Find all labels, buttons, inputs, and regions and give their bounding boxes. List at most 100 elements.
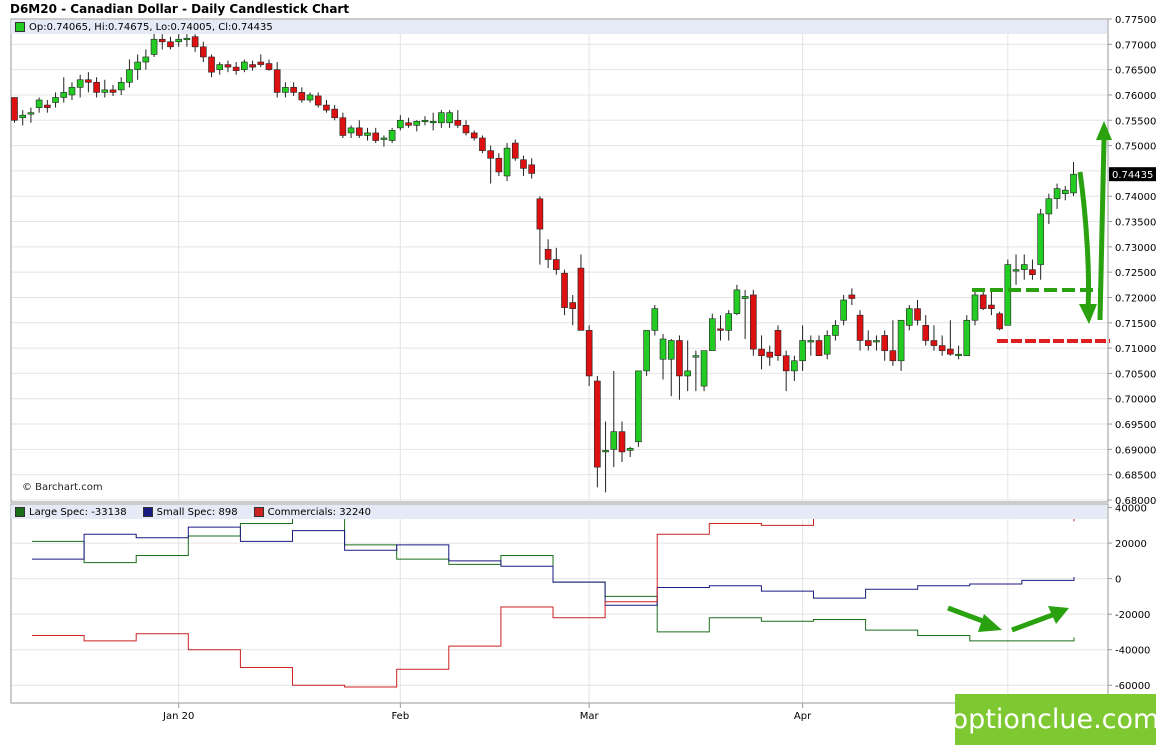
candle-body <box>142 56 150 63</box>
candle-body <box>914 308 921 321</box>
legend-large-spec-value: -33138 <box>91 506 127 518</box>
candle-body <box>635 370 642 443</box>
candle <box>906 305 913 331</box>
candle <box>388 127 396 144</box>
candle <box>134 54 141 80</box>
month-label: Mar <box>580 711 600 722</box>
candle <box>635 370 642 447</box>
candle-body <box>1045 198 1053 215</box>
candle <box>249 60 256 71</box>
candle <box>733 284 741 316</box>
candle-body <box>610 431 618 450</box>
candle-body <box>626 448 634 451</box>
chart-canvas: 0.77500 0.77000 0.76500 0.76000 0.75500 0.750… <box>10 15 1156 722</box>
candle <box>602 421 609 493</box>
candle <box>758 335 765 370</box>
month-label: Apr <box>794 711 812 722</box>
barchart-credit: © Barchart.com <box>22 482 103 493</box>
candle <box>470 130 478 141</box>
candle <box>446 110 453 128</box>
candle <box>626 446 634 457</box>
candle-body <box>52 97 59 103</box>
candle <box>479 135 486 154</box>
candle <box>241 59 248 73</box>
candle <box>421 116 429 126</box>
candle-body <box>700 350 708 387</box>
legend-small-spec: Small Spec: 898 <box>139 507 238 518</box>
candle <box>60 77 68 103</box>
candle-body <box>306 94 314 101</box>
candle-body <box>355 127 363 136</box>
candle-body <box>971 294 979 321</box>
candle <box>676 335 683 400</box>
price-tick-label: 0.76000 <box>1115 91 1156 102</box>
candle-body <box>35 99 43 108</box>
candle-body <box>922 325 930 341</box>
price-tick-label: 0.69000 <box>1115 445 1156 456</box>
candle <box>544 239 552 269</box>
candle-body <box>815 340 823 357</box>
candle-body <box>421 119 429 123</box>
candle <box>840 294 847 326</box>
candle <box>610 370 618 468</box>
candle <box>1004 259 1012 326</box>
candle <box>988 289 995 316</box>
candle-body <box>487 150 494 159</box>
candle-body <box>717 328 724 331</box>
candle <box>881 330 888 361</box>
candle-body <box>1020 264 1028 270</box>
candle-body <box>183 37 191 41</box>
candle <box>273 62 281 98</box>
candle-body <box>60 92 68 98</box>
candle-body <box>511 142 519 159</box>
legend-small-spec-swatch <box>142 507 153 517</box>
candle <box>495 153 503 176</box>
candle-body <box>446 112 453 124</box>
price-tick-label: 0.75000 <box>1115 142 1156 153</box>
candle <box>339 112 347 138</box>
candle-body <box>298 92 306 101</box>
month-label: Jan 20 <box>162 711 194 722</box>
candle-body <box>823 335 831 355</box>
candle-body <box>996 313 1003 330</box>
candle <box>938 335 946 356</box>
price-tick-label: 0.76500 <box>1115 66 1156 77</box>
candle <box>1070 162 1077 196</box>
price-tick-label: 0.77500 <box>1115 15 1156 26</box>
candle-body <box>282 87 289 93</box>
candle <box>76 74 84 98</box>
candle <box>331 105 338 121</box>
candle <box>823 330 831 360</box>
candle <box>1020 254 1028 280</box>
cot-arrow-up-shaft <box>1011 611 1056 633</box>
candle-body <box>19 114 27 119</box>
candle-body <box>158 38 166 43</box>
candle-body <box>766 351 774 358</box>
candle-body <box>791 360 798 372</box>
price-tick-label: 0.72000 <box>1115 293 1156 304</box>
candle-body <box>864 340 872 346</box>
candle-body <box>380 137 388 140</box>
cot-tick-label: -40000 <box>1115 646 1150 657</box>
candle <box>643 330 650 376</box>
candle <box>717 315 724 341</box>
ohlc-color-swatch <box>15 22 25 32</box>
cot-tick-label: 20000 <box>1115 539 1147 550</box>
candle <box>618 421 626 463</box>
price-tick-label: 0.77000 <box>1115 40 1156 51</box>
candle-body <box>109 89 117 93</box>
candle-body <box>429 120 437 124</box>
candle <box>1037 208 1044 280</box>
candle-body <box>323 104 330 111</box>
candle-body <box>585 330 593 377</box>
candle-body <box>881 335 888 351</box>
candle <box>651 305 659 336</box>
candle <box>175 34 182 47</box>
candle <box>897 319 905 371</box>
candle-body <box>224 64 232 68</box>
price-tick-label: 0.70000 <box>1115 395 1156 406</box>
candle <box>832 320 839 341</box>
candle-body <box>76 79 84 88</box>
candle <box>355 120 363 138</box>
candle <box>511 139 519 161</box>
